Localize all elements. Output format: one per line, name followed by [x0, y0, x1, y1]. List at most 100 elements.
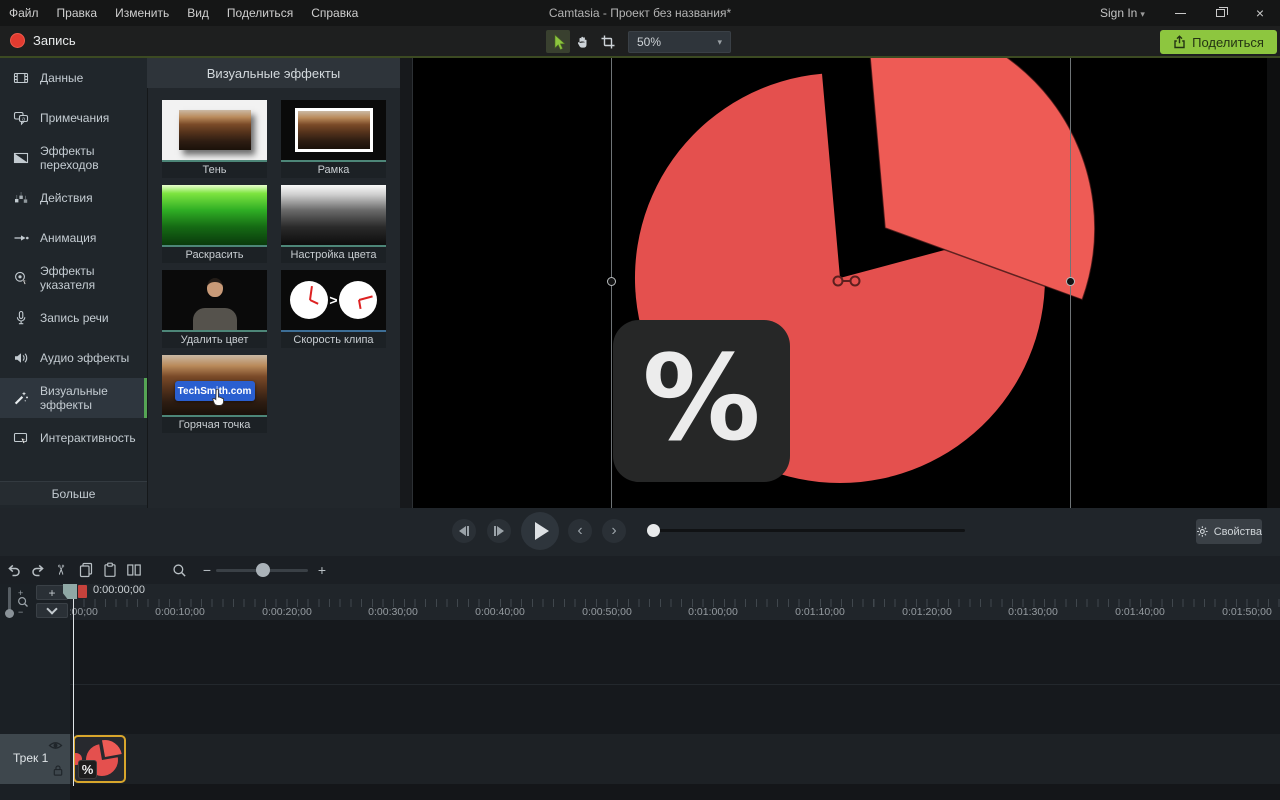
menu-view[interactable]: Вид [178, 0, 218, 26]
sidebar-item-animations[interactable]: Анимация [0, 218, 147, 258]
split-button[interactable] [125, 561, 143, 579]
sidebar-item-voice-narration[interactable]: Запись речи [0, 298, 147, 338]
minimize-button[interactable] [1163, 0, 1197, 26]
track-height-slider-thumb[interactable] [5, 609, 14, 618]
playhead-marker[interactable] [78, 585, 87, 598]
paste-button[interactable] [101, 561, 119, 579]
share-button[interactable]: Поделиться [1160, 30, 1277, 54]
redo-button[interactable] [29, 561, 47, 579]
track-height-slider[interactable] [8, 587, 11, 611]
eye-icon[interactable] [48, 740, 63, 751]
undo-button[interactable] [5, 561, 23, 579]
hand-icon [575, 34, 591, 50]
selection-handle-right[interactable] [1066, 277, 1075, 286]
menu-help[interactable]: Справка [302, 0, 367, 26]
jump-back-button[interactable]: ‹ [568, 519, 592, 543]
record-button[interactable]: Запись [33, 33, 76, 48]
step-forward-icon [494, 526, 504, 536]
pie-chart-media[interactable] [413, 58, 1267, 508]
menu-share[interactable]: Поделиться [218, 0, 302, 26]
properties-button[interactable]: Свойства [1196, 519, 1262, 544]
prev-frame-button[interactable] [452, 519, 476, 543]
effect-thumbnail [162, 100, 267, 160]
select-tool-button[interactable] [546, 30, 570, 53]
sidebar-item-cursor-effects[interactable]: Эффекты указателя [0, 258, 147, 298]
magnifier-icon [172, 563, 187, 578]
effect-tile-shadow[interactable]: Тень [162, 100, 267, 178]
magic-wand-icon [13, 390, 29, 406]
timeline-zoom-out-button[interactable]: − [198, 561, 216, 579]
ruler-label: 0:00:50;00 [582, 606, 632, 618]
clip-percent-badge: % [78, 760, 97, 779]
seek-slider-thumb[interactable] [647, 524, 660, 537]
menu-edit[interactable]: Правка [48, 0, 107, 26]
menu-modify[interactable]: Изменить [106, 0, 178, 26]
playhead-line[interactable] [73, 584, 74, 786]
sidebar-item-visual-effects[interactable]: Визуальные эффекты [0, 378, 147, 418]
sidebar-item-audio-effects[interactable]: Аудио эффекты [0, 338, 147, 378]
effect-thumbnail: > [281, 270, 386, 330]
behaviors-icon [13, 190, 29, 206]
scissors-icon: ✂ [53, 564, 70, 576]
chevron-down-icon: ▾ [717, 37, 722, 48]
jump-forward-button[interactable]: › [602, 519, 626, 543]
chevron-right-icon: › [611, 522, 616, 540]
effect-tile-color-adjustment[interactable]: Настройка цвета [281, 185, 386, 263]
sidebar-item-behaviors[interactable]: Действия [0, 178, 147, 218]
sign-in-button[interactable]: Sign In▾ [1100, 6, 1145, 20]
window-title: Camtasia - Проект без названия* [549, 6, 731, 20]
ruler-label: 0:00:20;00 [262, 606, 312, 618]
lock-icon[interactable] [52, 764, 64, 777]
playback-bar [0, 508, 1280, 556]
timeline-zoom-in-button[interactable]: + [313, 561, 331, 579]
sidebar-item-callouts[interactable]: a Примечания [0, 98, 147, 138]
effects-panel-title: Визуальные эффекты [147, 58, 400, 88]
effect-label: Горячая точка [162, 417, 267, 433]
ruler-label: 0:01:30;00 [1008, 606, 1058, 618]
undo-icon [6, 562, 22, 578]
timeline-zoom-button[interactable] [170, 561, 188, 579]
callouts-icon: a [13, 110, 29, 126]
collapse-tracks-button[interactable] [36, 603, 68, 618]
cursor-arrow-icon [549, 33, 567, 51]
play-icon [535, 522, 549, 540]
cursor-effects-icon [13, 270, 29, 286]
play-button[interactable] [521, 512, 559, 550]
share-icon [1173, 35, 1186, 49]
sidebar-item-transitions[interactable]: Эффекты переходов [0, 138, 147, 178]
percent-card-media[interactable]: % [613, 320, 790, 482]
effect-tile-clip-speed[interactable]: > Скорость клипа [281, 270, 386, 348]
sidebar-item-label: Эффекты переходов [40, 144, 147, 172]
effect-tile-remove-color[interactable]: Удалить цвет [162, 270, 267, 348]
canvas-zoom-dropdown[interactable]: 50% ▾ [628, 31, 731, 53]
timeline-clip-pie-chart[interactable]: % [73, 735, 126, 783]
pan-tool-button[interactable] [571, 30, 595, 53]
close-button[interactable]: × [1243, 0, 1277, 26]
maximize-button[interactable] [1203, 0, 1237, 26]
sidebar-item-interactivity[interactable]: Интерактивность [0, 418, 147, 458]
track-1-header[interactable]: Трек 1 [0, 734, 70, 784]
seek-slider-track[interactable] [653, 529, 965, 532]
menu-file[interactable]: Файл [0, 0, 48, 26]
effect-tile-border[interactable]: Рамка [281, 100, 386, 178]
effect-tile-colorize[interactable]: Раскрасить [162, 185, 267, 263]
sidebar-item-label: Визуальные эффекты [40, 384, 147, 412]
canvas-stage[interactable]: % [413, 58, 1267, 508]
record-icon[interactable] [10, 33, 25, 48]
copy-button[interactable] [77, 561, 95, 579]
cut-button[interactable]: ✂ [52, 561, 70, 579]
sidebar-item-media[interactable]: Данные [0, 58, 147, 98]
crop-tool-button[interactable] [596, 30, 620, 53]
sidebar-more-button[interactable]: Больше [0, 481, 147, 505]
split-icon [126, 562, 142, 578]
track-zoom-out-icon[interactable]: − [18, 607, 23, 617]
track-1-lane[interactable] [70, 734, 1280, 784]
sidebar-item-label: Анимация [40, 231, 96, 245]
selection-handle-left[interactable] [607, 277, 616, 286]
ruler-label: 0:00:30;00 [368, 606, 418, 618]
panel-scrollbar-gutter[interactable] [400, 58, 413, 508]
timeline-zoom-slider-thumb[interactable] [256, 563, 270, 577]
step-forward-button[interactable] [487, 519, 511, 543]
sidebar-item-label: Действия [40, 191, 93, 205]
effect-label: Тень [162, 162, 267, 178]
